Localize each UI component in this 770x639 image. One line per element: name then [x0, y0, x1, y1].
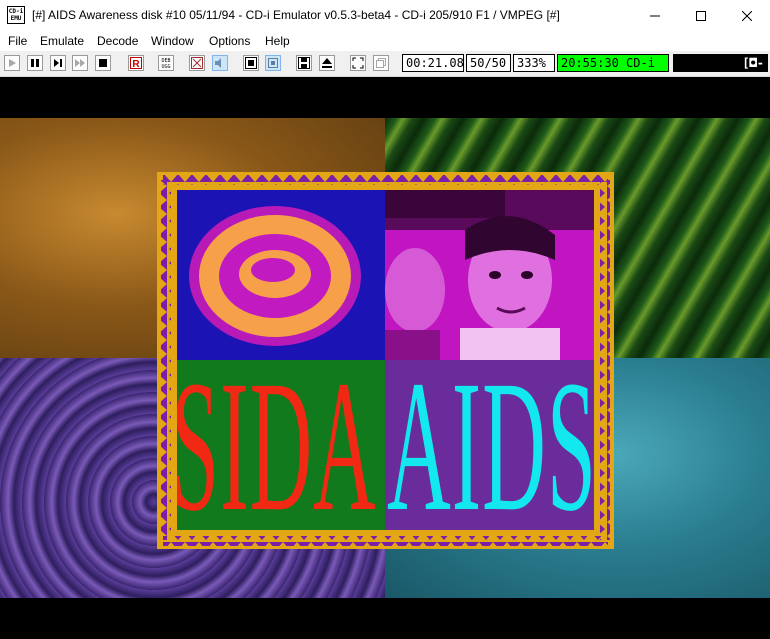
stop-icon: [99, 59, 107, 67]
floppy-disk-icon: [298, 57, 310, 69]
svg-text:UGG: UGG: [161, 64, 170, 69]
menu-file[interactable]: File: [8, 34, 27, 48]
title-bar: CD-i EMU [#] AIDS Awareness disk #10 05/…: [0, 0, 770, 31]
reset-button[interactable]: R: [128, 55, 144, 71]
step-icon: [54, 59, 62, 67]
sida-panel: SIDA: [177, 360, 385, 530]
svg-text:R: R: [132, 59, 140, 69]
debug-icon: DEBUGG: [160, 57, 172, 69]
step-frame-button[interactable]: [50, 55, 66, 71]
menu-options[interactable]: Options: [209, 34, 250, 48]
menu-help[interactable]: Help: [265, 34, 290, 48]
minimize-button[interactable]: [632, 0, 678, 31]
play-button[interactable]: [4, 55, 20, 71]
play-icon: [9, 59, 16, 67]
fast-forward-button[interactable]: [72, 55, 88, 71]
close-icon: [742, 10, 752, 21]
fullscreen-icon: [352, 57, 364, 69]
speaker-icon: [215, 58, 221, 68]
display-icon: [268, 58, 278, 68]
maximize-icon: [696, 10, 706, 21]
fast-forward-icon: [75, 59, 85, 67]
restore-window-icon: [376, 58, 386, 68]
menu-window[interactable]: Window: [151, 34, 194, 48]
toolbar: R DEB UGG 00:21.08 50/50 333% 20:55:30 CD…: [0, 51, 770, 77]
debug-button[interactable]: DEB UGG: [158, 55, 174, 71]
eject-icon: [322, 58, 332, 68]
window-title: [#] AIDS Awareness disk #10 05/11/94 - C…: [32, 8, 560, 22]
reset-icon: R: [130, 57, 142, 69]
app-icon: CD-i EMU: [7, 6, 25, 24]
video-capture-button[interactable]: [243, 55, 259, 71]
sida-text: SIDA: [177, 360, 377, 530]
pause-button[interactable]: [27, 55, 43, 71]
virus-panel: [177, 190, 385, 360]
save-state-button[interactable]: [296, 55, 312, 71]
menu-bar: File Emulate Decode Window Options Help: [0, 31, 770, 51]
people-photo-panel: [385, 190, 594, 360]
maximize-button[interactable]: [678, 0, 724, 31]
aids-text: AIDS: [387, 360, 594, 530]
people-photo: [385, 190, 594, 360]
fields-readout: 50/50: [466, 54, 511, 72]
close-button[interactable]: [724, 0, 770, 31]
mute-icon: [191, 57, 203, 69]
fullscreen-button[interactable]: [350, 55, 366, 71]
speed-readout: 333%: [513, 54, 555, 72]
window-mode-button[interactable]: [373, 55, 389, 71]
mute-button[interactable]: [189, 55, 205, 71]
display-button[interactable]: [265, 55, 281, 71]
sound-button[interactable]: [212, 55, 228, 71]
artwork-frame: SIDA AIDS: [157, 172, 614, 549]
clock-readout: 20:55:30 CD-i: [557, 54, 669, 72]
minimize-icon: [650, 15, 660, 16]
menu-emulate[interactable]: Emulate: [40, 34, 84, 48]
front-panel-display: [◘-: [673, 54, 768, 72]
aids-panel: AIDS: [385, 360, 594, 530]
eject-button[interactable]: [319, 55, 335, 71]
time-readout: 00:21.08: [402, 54, 464, 72]
virus-illustration: [189, 206, 361, 346]
film-icon: [245, 57, 257, 69]
menu-decode[interactable]: Decode: [97, 34, 138, 48]
pause-icon: [31, 59, 39, 67]
stop-button[interactable]: [95, 55, 111, 71]
emulator-display[interactable]: SIDA AIDS: [0, 77, 770, 639]
